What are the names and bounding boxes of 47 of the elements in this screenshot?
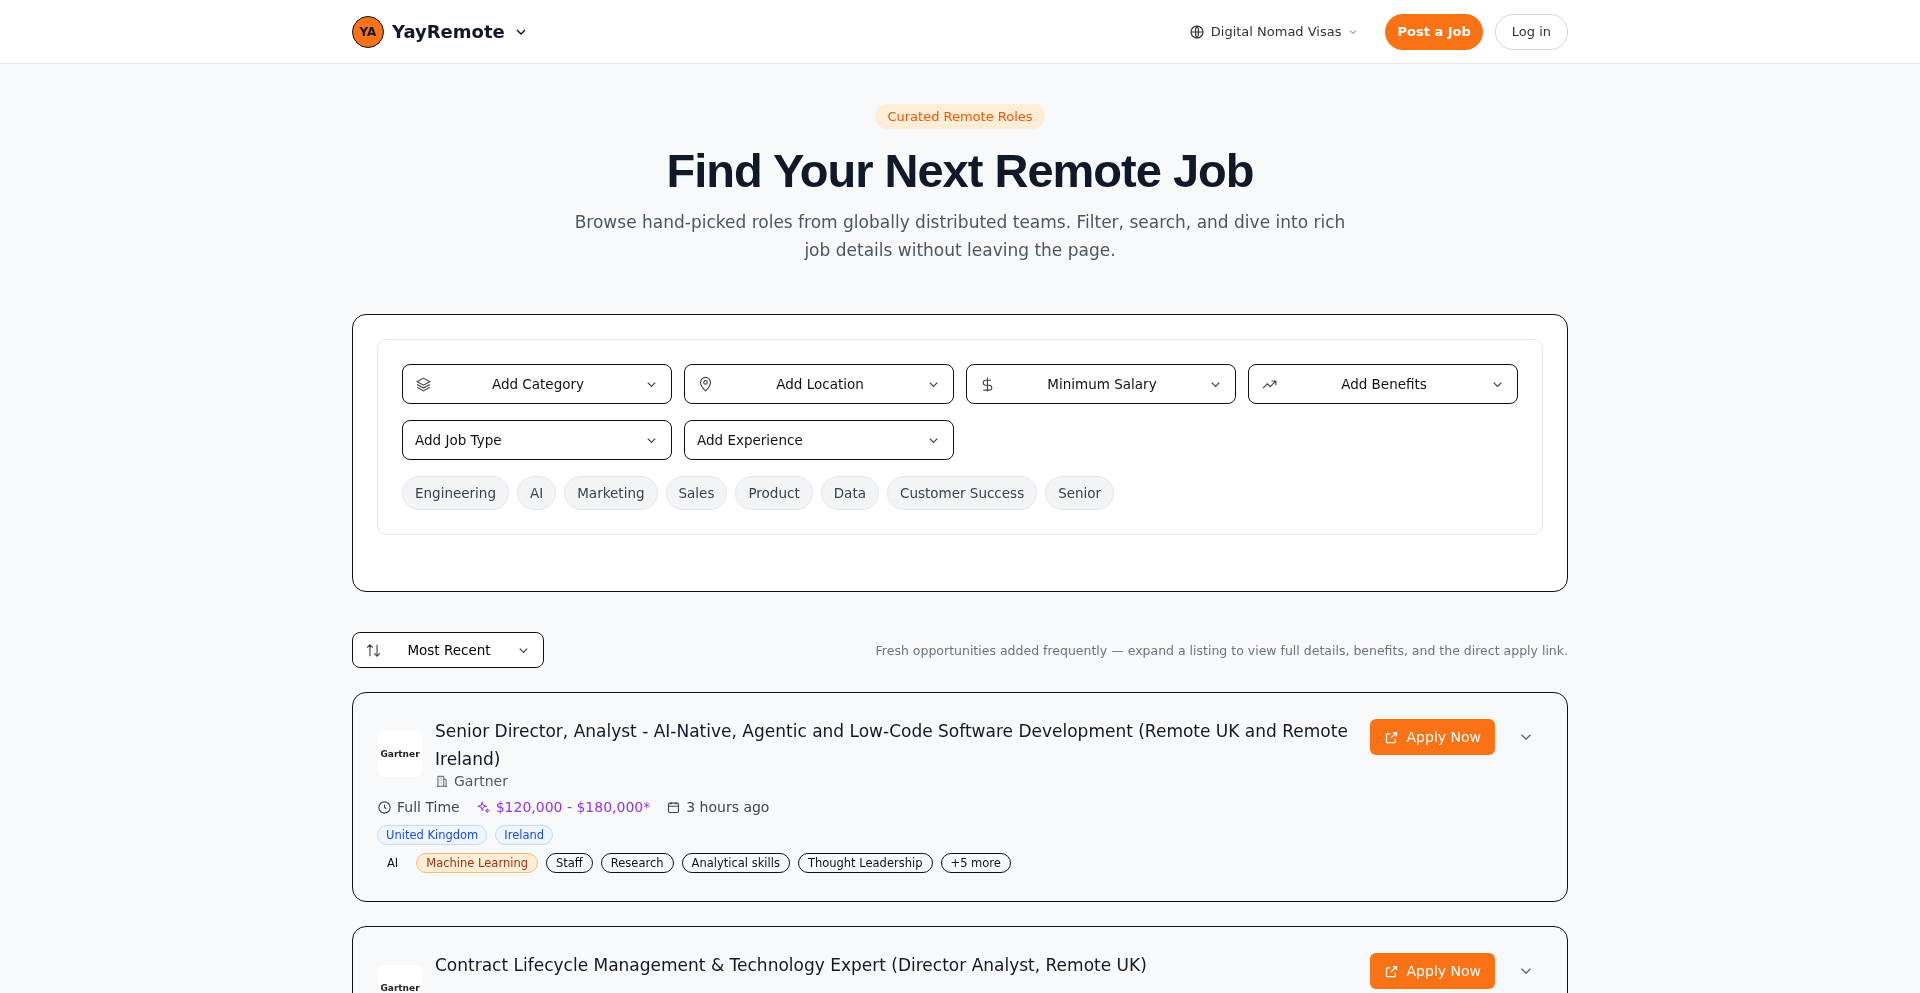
filter-dropdown[interactable]: Add Location [684,364,954,404]
filter-dropdown[interactable]: Add Job Type [402,420,672,460]
page-title: Find Your Next Remote Job [666,143,1254,198]
filter-dropdown[interactable]: Minimum Salary [966,364,1236,404]
filter-dropdown[interactable]: Add Benefits [1248,364,1518,404]
external-link-icon [1383,729,1399,745]
logo-badge[interactable]: YA [352,15,384,48]
sort-dropdown[interactable]: Most Recent [352,632,544,668]
layers-icon [415,375,432,393]
calendar-icon [666,799,682,815]
company-logo: Gartner [377,965,423,993]
globe-icon [1188,23,1205,40]
category-chip[interactable]: Customer Success [886,476,1038,510]
sparkle-icon [475,799,491,815]
hero-badge: Curated Remote Roles [875,104,1045,129]
job-card[interactable] [352,692,1568,902]
category-chip[interactable]: Senior [1045,476,1115,510]
sort-arrows-icon [365,641,382,659]
brand-name[interactable]: YayRemote [392,21,505,42]
login-button[interactable]: Log in [1494,13,1568,50]
location-tag: United Kingdom [377,825,488,845]
building-icon [435,774,449,788]
job-type: Full Time [397,799,460,815]
salary-range: $120,000 - $180,000* [495,799,651,815]
company-logo: Gartner [377,731,423,777]
job-title[interactable]: Senior Director, Analyst - AI-Native, Agentic and Low-Code Software Development (Remote UK and Remote Ireland) [435,717,1358,773]
clock-icon [377,799,392,815]
category-chip[interactable]: Product [735,476,813,510]
company-name: Gartner [454,773,508,789]
category-chip[interactable]: Engineering [402,476,509,510]
results-note: Fresh opportunities added frequently — expand a listing to view full details, benefits, and the direct apply link. [875,642,1568,658]
posted-time: 3 hours ago [686,799,770,815]
filter-dropdown[interactable]: Add Category [402,364,672,404]
skill-tag: AI [377,853,409,873]
filter-dropdown[interactable]: Add Experience [684,420,954,460]
page-subtitle: Browse hand-picked roles from globally distributed teams. Filter, search, and dive into rich job details without leaving the page. [573,211,1347,262]
location-pin-icon [697,375,714,393]
external-link-icon [1383,963,1399,979]
job-card[interactable]: Gartner Contract Lifecycle Management & Technology Expert (Director Analyst, Remote UK) Apply Now [352,926,1568,993]
job-title[interactable]: Contract Lifecycle Management & Technology Expert (Director Analyst, Remote UK) [435,951,1358,979]
skill-tag: Machine Learning [416,853,538,873]
location-tag: Ireland [495,825,554,845]
nav-link[interactable]: Digital Nomad Visas [1188,23,1360,40]
category-chip[interactable]: AI [517,476,557,510]
category-chip[interactable]: Data [820,476,879,510]
category-chip[interactable]: Marketing [564,476,658,510]
category-chip[interactable]: Sales [665,476,728,510]
